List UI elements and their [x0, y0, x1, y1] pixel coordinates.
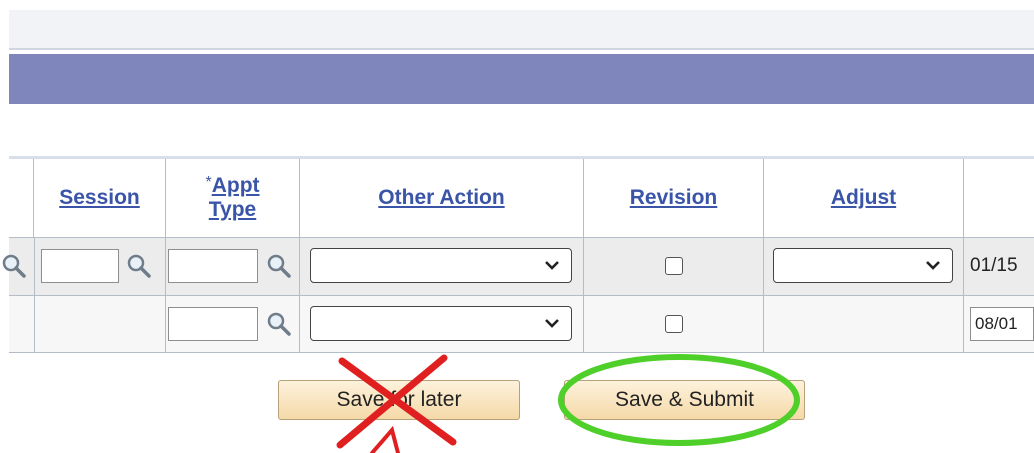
annotation-overlay: [336, 354, 800, 453]
highlight-circle: [558, 354, 800, 446]
arrow-mark: [370, 425, 400, 453]
